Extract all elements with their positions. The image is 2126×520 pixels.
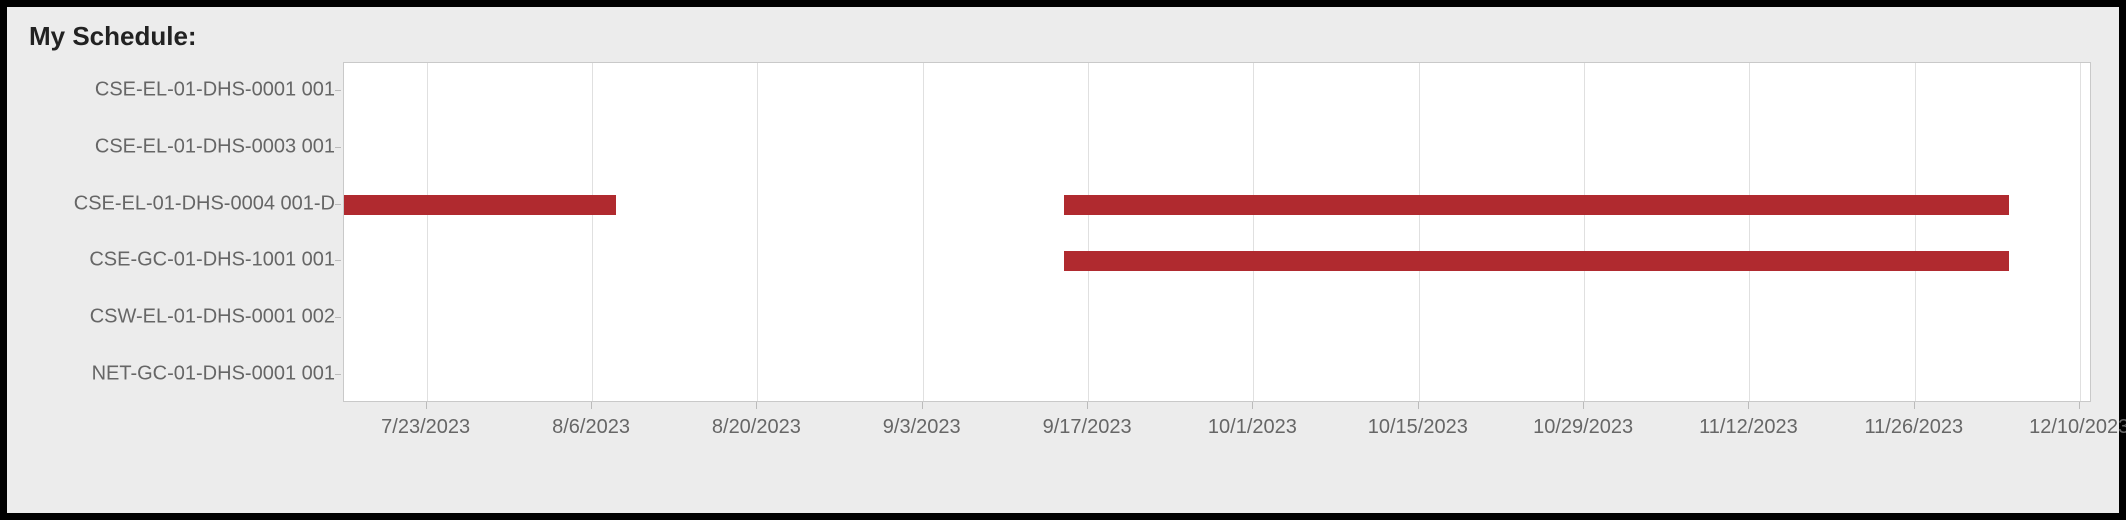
gridline bbox=[592, 63, 593, 401]
gridline bbox=[923, 63, 924, 401]
gridline bbox=[1253, 63, 1254, 401]
gridline bbox=[2080, 63, 2081, 401]
gridline bbox=[757, 63, 758, 401]
gantt-bar[interactable] bbox=[344, 195, 616, 215]
gantt-chart: CSE-EL-01-DHS-0001 001 CSE-EL-01-DHS-0003… bbox=[25, 62, 2101, 482]
y-axis-label: CSE-EL-01-DHS-0003 001 bbox=[95, 136, 335, 159]
y-axis-label: CSE-GC-01-DHS-1001 001 bbox=[89, 249, 335, 272]
page-title: My Schedule: bbox=[29, 21, 2101, 52]
gridline bbox=[1088, 63, 1089, 401]
gridline bbox=[1584, 63, 1585, 401]
y-axis-labels: CSE-EL-01-DHS-0001 001 CSE-EL-01-DHS-0003… bbox=[25, 62, 335, 402]
x-axis-label: 9/17/2023 bbox=[1043, 416, 1132, 439]
x-axis-label: 10/1/2023 bbox=[1208, 416, 1297, 439]
gridline bbox=[1419, 63, 1420, 401]
gantt-bar[interactable] bbox=[1064, 195, 2009, 215]
x-axis-label: 10/29/2023 bbox=[1533, 416, 1633, 439]
gridline bbox=[1915, 63, 1916, 401]
x-axis-label: 8/6/2023 bbox=[552, 416, 630, 439]
x-axis: 7/23/2023 8/6/2023 8/20/2023 9/3/2023 9/17/2… bbox=[343, 402, 2091, 482]
y-axis-label: CSE-EL-01-DHS-0004 001-D bbox=[74, 192, 335, 215]
x-axis-label: 8/20/2023 bbox=[712, 416, 801, 439]
x-axis-label: 11/12/2023 bbox=[1699, 416, 1798, 439]
plot-area bbox=[343, 62, 2091, 402]
gantt-bar[interactable] bbox=[1064, 251, 2009, 271]
y-axis-label: CSW-EL-01-DHS-0001 002 bbox=[90, 306, 335, 329]
x-axis-label: 12/10/2023 bbox=[2029, 416, 2126, 439]
x-axis-label: 7/23/2023 bbox=[381, 416, 470, 439]
x-axis-label: 9/3/2023 bbox=[883, 416, 961, 439]
schedule-panel: My Schedule: CSE-EL-01-DHS-0001 001CSE-E… bbox=[0, 0, 2126, 520]
x-axis-label: 10/15/2023 bbox=[1368, 416, 1468, 439]
gridline bbox=[427, 63, 428, 401]
x-axis-label: 11/26/2023 bbox=[1865, 416, 1964, 439]
y-axis-label: NET-GC-01-DHS-0001 001 bbox=[92, 362, 335, 385]
gridline bbox=[1749, 63, 1750, 401]
y-axis-label: CSE-EL-01-DHS-0001 001 bbox=[95, 79, 335, 102]
